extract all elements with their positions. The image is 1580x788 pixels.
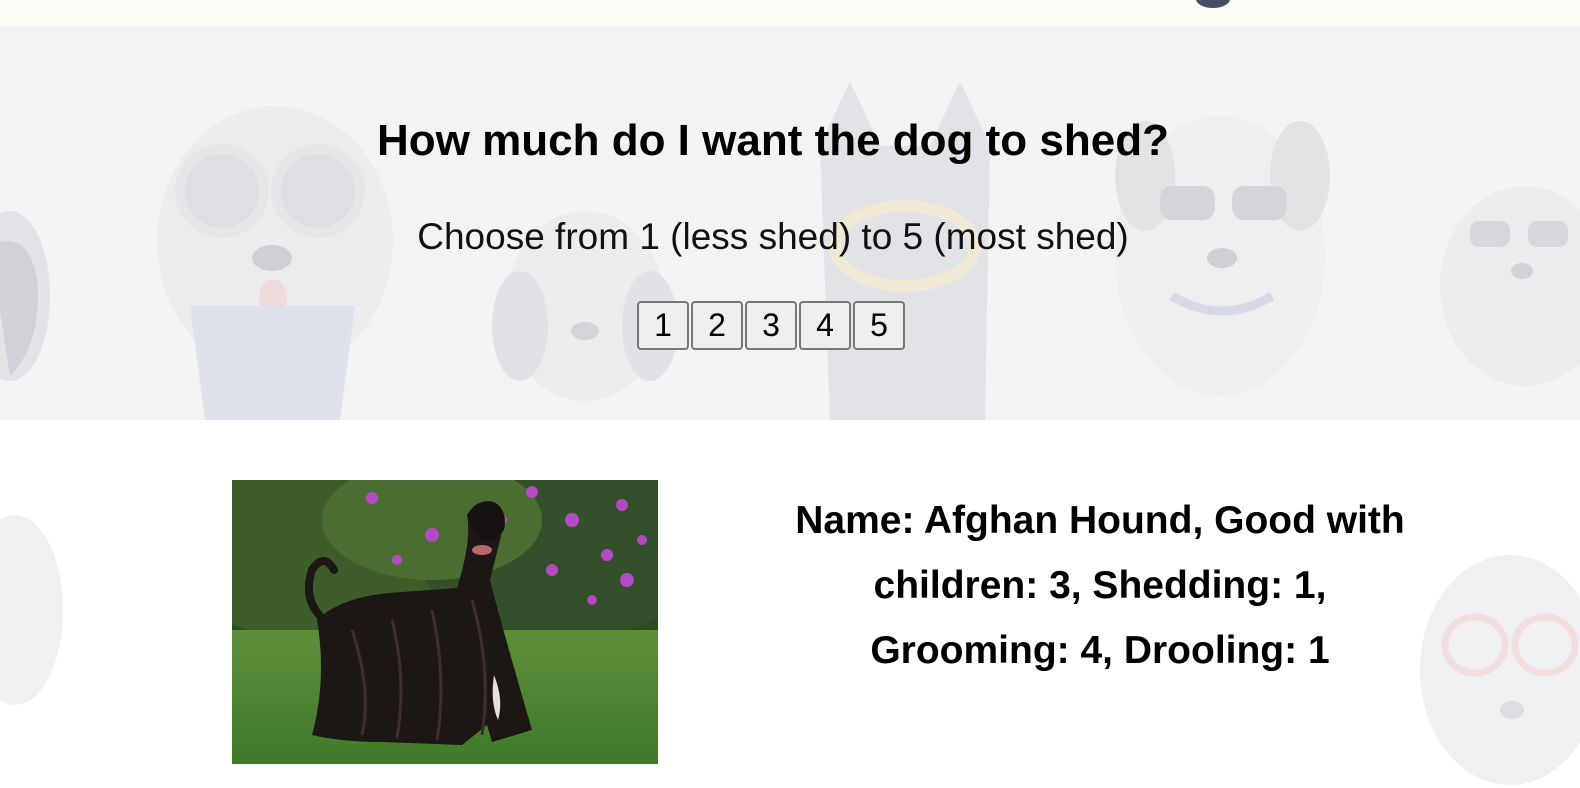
rating-button-2[interactable]: 2 [691,301,743,350]
question-section: How much do I want the dog to shed? Choo… [0,26,1580,420]
banner-graphic [1196,0,1230,8]
rating-button-4[interactable]: 4 [799,301,851,350]
rating-button-5[interactable]: 5 [853,301,905,350]
rating-button-3[interactable]: 3 [745,301,797,350]
dog-with-sunglasses-icon [1420,555,1580,785]
page: How much do I want the dog to shed? Choo… [0,0,1580,788]
question-instruction: Choose from 1 (less shed) to 5 (most she… [417,216,1129,257]
question-heading: How much do I want the dog to shed? [377,116,1169,165]
rating-button-1[interactable]: 1 [637,301,689,350]
dog-with-bandana-icon [0,515,63,705]
shedding-rating-buttons: 1 2 3 4 5 [637,301,905,350]
dog-photo [232,480,658,764]
afghan-hound-image [232,480,658,764]
top-banner-strip [0,0,1580,26]
dog-result-info: Name: Afghan Hound, Good with children: … [795,499,1405,672]
